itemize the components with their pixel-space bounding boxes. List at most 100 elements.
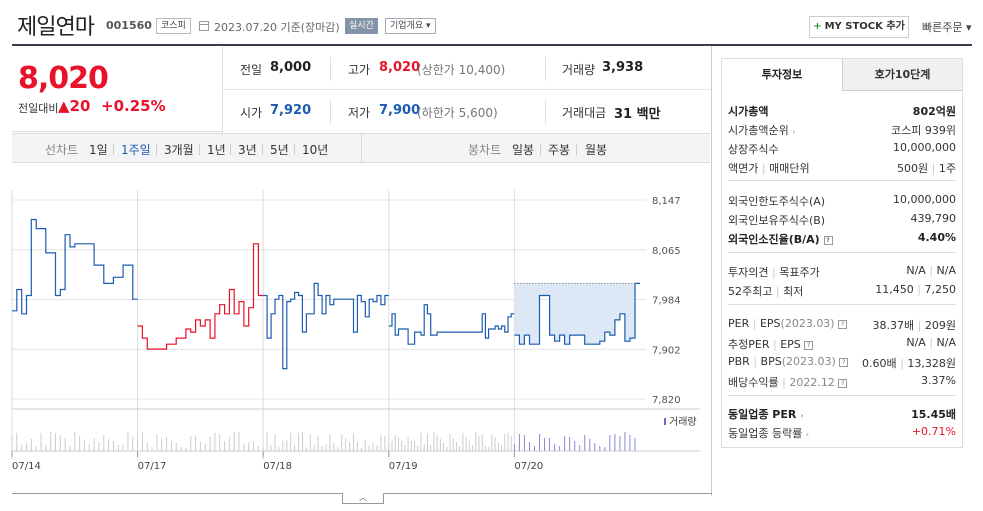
market-cap-row: 시가총액 802억원: [728, 101, 956, 119]
quick-order-button[interactable]: 빠른주문 ▾: [922, 19, 972, 35]
divider: [294, 144, 295, 155]
divider: [262, 144, 263, 155]
open-label: 시가: [240, 106, 263, 120]
eps-label: EPS: [759, 317, 781, 330]
divider: [545, 100, 546, 124]
chevron-right-icon: ›: [805, 430, 810, 439]
sector-per-value: 15.45배: [911, 408, 956, 421]
x-tick-label: 07/20: [514, 461, 543, 472]
par-row: 액면가 | 매매단위 500원 | 1주: [728, 162, 956, 175]
trade-unit-label: 매매단위: [769, 162, 810, 175]
mystock-add-button[interactable]: + MY STOCK 추가: [809, 16, 909, 38]
company-overview-label: 기업개요: [390, 21, 424, 31]
divider: [728, 252, 956, 253]
tab-period-5y[interactable]: 5년: [270, 141, 289, 158]
price-chart[interactable]: 8,147 8,065 7,984 7,902 7,820 07/14 07/17 07/18…: [0, 163, 712, 493]
tab-period-3y[interactable]: 3년: [238, 141, 257, 158]
date-text: 2023.07.20 기준(장마감): [214, 21, 340, 34]
divider: [222, 89, 711, 90]
tab-orderbook-10[interactable]: 호가10단계: [842, 59, 962, 91]
chevron-down-icon: ▾: [965, 21, 972, 34]
est-per-row: 추정PER | EPS ? N/A | N/A: [728, 336, 956, 351]
eps-period: (2023.03): [780, 317, 835, 330]
tab-period-1w[interactable]: 1주일: [121, 141, 151, 158]
tab-period-1y[interactable]: 1년: [207, 141, 226, 158]
header-divider: [12, 44, 972, 46]
calendar-icon: [199, 21, 209, 31]
price-change-pct: +0.25%: [101, 97, 166, 115]
quick-order-label: 빠른주문: [922, 21, 963, 34]
sector-per-label[interactable]: 동일업종 PER: [728, 408, 796, 421]
help-icon[interactable]: ?: [839, 358, 849, 367]
prev-close-value: 8,000: [270, 60, 312, 75]
price-change-value: 20: [69, 97, 91, 115]
sector-per-row: 동일업종 PER › 15.45배: [728, 404, 956, 422]
divider: [330, 100, 331, 124]
help-icon[interactable]: ?: [804, 341, 814, 350]
company-overview-button[interactable]: 기업개요 ▾: [385, 18, 436, 34]
shares-value: 10,000,000: [893, 141, 956, 154]
divider: [156, 144, 157, 155]
foreign-hold-value: 439,790: [910, 212, 957, 225]
week52-low-value: 7,250: [924, 283, 957, 296]
low-value: 7,900: [379, 103, 421, 118]
plus-icon: +: [813, 21, 822, 32]
low-label: 저가: [348, 106, 371, 120]
divider: [12, 131, 222, 132]
per-row: PER | EPS(2023.03) ? 38.37배 | 209원: [728, 317, 956, 332]
tab-candle-monthly[interactable]: 월봉: [585, 141, 607, 158]
cap-rank-label[interactable]: 시가총액순위: [728, 124, 789, 137]
foreign-hold-row: 외국인보유주식수(B) 439,790: [728, 210, 956, 228]
week52-high-value: 11,450: [875, 283, 914, 296]
help-icon[interactable]: ?: [838, 320, 848, 329]
x-tick-label: 07/17: [138, 461, 167, 472]
x-tick-label: 07/18: [263, 461, 292, 472]
eps-value: 209원: [924, 319, 956, 332]
y-tick-label: 7,820: [652, 395, 681, 406]
foreign-rate-label: 외국인소진율(B/A): [728, 233, 820, 246]
high-value: 8,020: [379, 60, 421, 75]
tab-candle-daily[interactable]: 일봉: [512, 141, 534, 158]
high-label: 고가: [348, 63, 371, 77]
y-tick-label: 8,065: [652, 246, 681, 257]
par-label: 액면가: [728, 162, 759, 175]
dividend-period: 2022.12: [789, 376, 835, 389]
opinion-label: 투자의견: [728, 266, 769, 279]
target-label: 목표주가: [779, 266, 820, 279]
help-icon[interactable]: ?: [838, 379, 848, 388]
opinion-row: 투자의견 | 목표주가 N/A | N/A: [728, 264, 956, 279]
y-tick-label: 7,984: [652, 296, 681, 307]
divider: [361, 134, 362, 162]
x-tick-label: 07/19: [389, 461, 418, 472]
chart-tab-bar: 선차트 1일 1주일 3개월 1년 3년 5년 10년 봉차트 일봉 주봉 월봉: [12, 133, 710, 163]
tab-period-10y[interactable]: 10년: [302, 141, 328, 158]
tab-period-1d[interactable]: 1일: [89, 141, 108, 158]
sector-rate-value: +0.71%: [911, 425, 956, 438]
volume-legend-label: 거래량: [669, 416, 697, 428]
tab-period-3m[interactable]: 3개월: [164, 141, 194, 158]
foreign-hold-label: 외국인보유주식수(B): [728, 214, 826, 227]
divider: [230, 144, 231, 155]
volume-value: 3,938: [602, 60, 644, 75]
week52-low-label: 최저: [783, 285, 804, 298]
pbr-value: 0.60배: [862, 357, 897, 370]
prev-day-label: 전일대비: [18, 102, 59, 115]
amount-value: 31 백만: [614, 107, 661, 122]
bps-period: (2023.03): [781, 355, 836, 368]
tab-candle-weekly[interactable]: 주봉: [548, 141, 570, 158]
chevron-up-icon[interactable]: ︿: [342, 493, 384, 504]
bps-value: 13,328원: [907, 357, 956, 370]
help-icon[interactable]: ?: [823, 236, 833, 245]
amount-label: 거래대금: [562, 106, 607, 120]
foreign-limit-label: 외국인한도주식수(A): [728, 195, 826, 208]
live-badge[interactable]: 실시간: [345, 18, 378, 34]
divider: [728, 304, 956, 305]
upper-limit: (상한가 10,400): [417, 63, 506, 77]
current-price: 8,020: [18, 61, 109, 96]
mystock-label: MY STOCK 추가: [824, 21, 905, 32]
divider: [540, 144, 541, 155]
foreign-limit-row: 외국인한도주식수(A) 10,000,000: [728, 191, 956, 209]
tab-invest-info[interactable]: 투자정보: [722, 59, 842, 91]
sector-rate-label[interactable]: 동일업종 등락률: [728, 427, 802, 440]
divider: [545, 57, 546, 81]
